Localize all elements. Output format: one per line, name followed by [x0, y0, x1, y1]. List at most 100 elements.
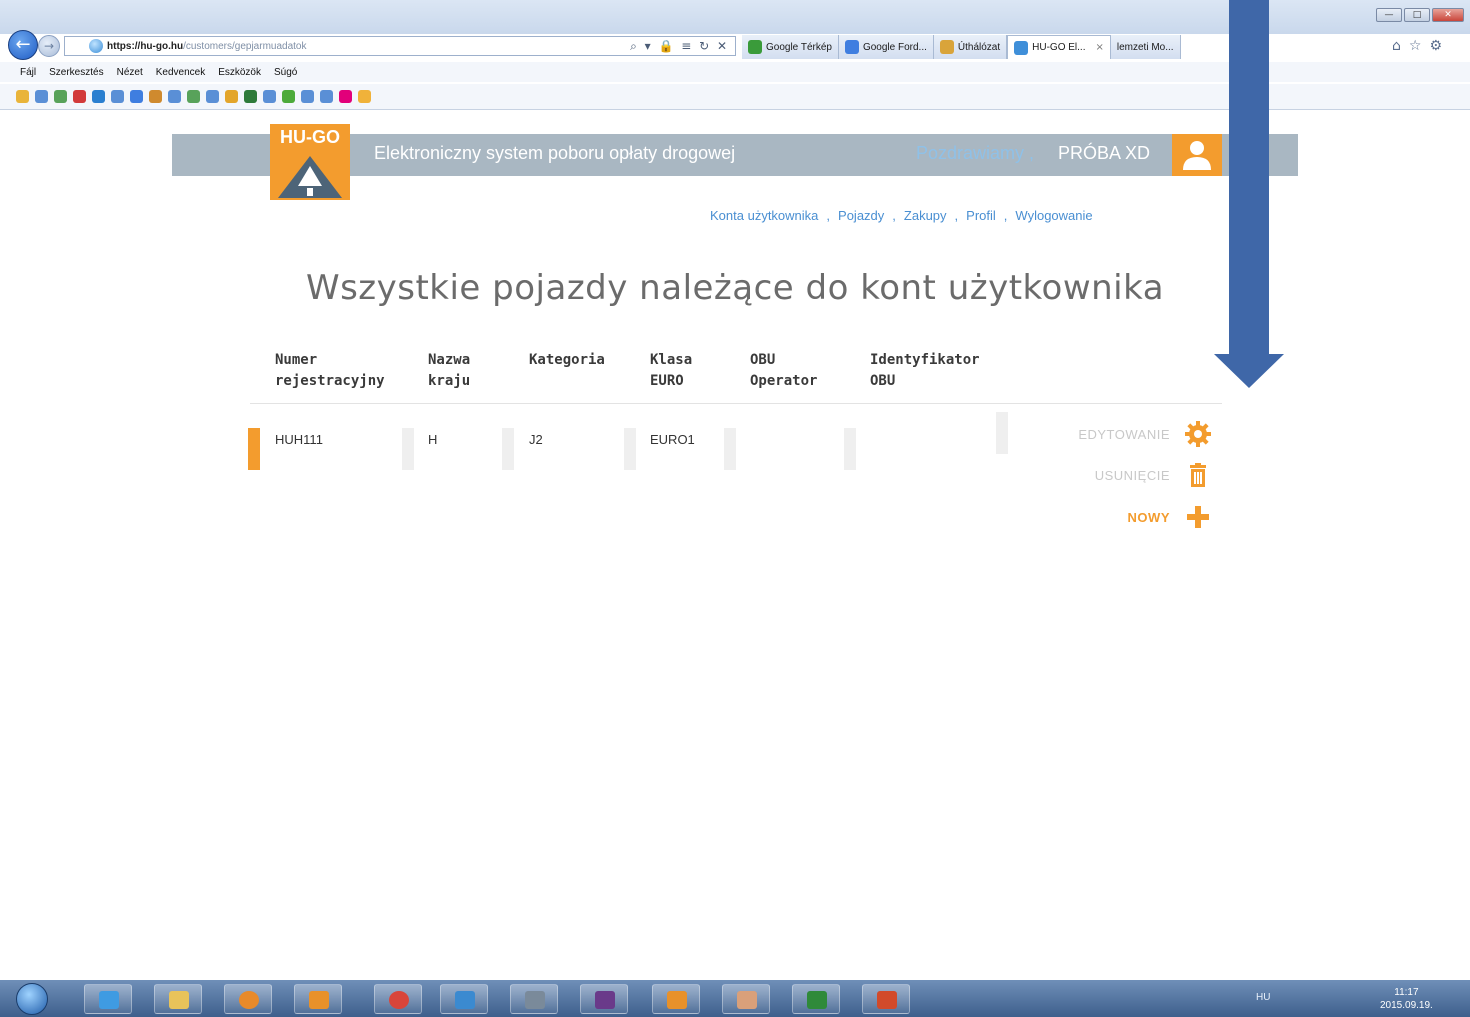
taskbar-app2[interactable] — [652, 984, 700, 1014]
table-header-divider — [250, 403, 1222, 404]
tray-language[interactable]: HU — [1256, 992, 1270, 1003]
delete-button[interactable]: USUNIĘCIE — [1000, 461, 1212, 489]
taskbar-app[interactable] — [510, 984, 558, 1014]
cell-plate: HUH111 — [275, 432, 323, 447]
taskbar-explorer[interactable] — [154, 984, 202, 1014]
taskbar-outlook[interactable] — [294, 984, 342, 1014]
top-navigation: Konta użytkownika , Pojazdy , Zakupy , P… — [710, 208, 1093, 223]
nav-separator: , — [826, 208, 831, 223]
lync-icon — [455, 991, 475, 1009]
menu-view[interactable]: Nézet — [117, 67, 143, 78]
taskbar-powerpoint[interactable] — [862, 984, 910, 1014]
taskbar-chrome[interactable] — [374, 984, 422, 1014]
telekom-icon[interactable] — [339, 90, 352, 103]
media-player-icon — [239, 991, 259, 1009]
ie-icon — [99, 991, 119, 1009]
hugo-logo[interactable]: HU-GO — [270, 124, 350, 200]
nav-vehicles[interactable]: Pojazdy — [838, 208, 884, 223]
taskbar-media[interactable] — [224, 984, 272, 1014]
close-window-button[interactable]: ✕ — [1432, 8, 1464, 22]
favorite-link-icon[interactable] — [320, 90, 333, 103]
home-favorites-settings-icons[interactable]: ⌂☆⚙ — [1392, 38, 1450, 54]
taskbar-ie[interactable] — [84, 984, 132, 1014]
translate-icon — [844, 40, 859, 54]
menu-edit[interactable]: Szerkesztés — [49, 67, 103, 78]
tab-road-network[interactable]: Úthálózat — [933, 35, 1008, 59]
favorite-link-icon[interactable] — [225, 90, 238, 103]
favorite-link-icon[interactable] — [206, 90, 219, 103]
menu-favorites[interactable]: Kedvencek — [156, 67, 205, 78]
favorite-link-icon[interactable] — [111, 90, 124, 103]
tray-clock[interactable]: 11:17 2015.09.19. — [1380, 986, 1433, 1012]
column-header-country: Nazwa kraju — [428, 352, 471, 389]
menu-tools[interactable]: Eszközök — [218, 67, 261, 78]
maximize-button[interactable]: □ — [1404, 8, 1430, 22]
column-header-plate: Numer rejestracyjny — [275, 352, 385, 389]
forward-button[interactable]: → — [38, 35, 60, 57]
back-button[interactable]: ← — [8, 30, 38, 60]
nav-profile[interactable]: Profil — [966, 208, 996, 223]
column-header-obu-operator: OBU Operator — [750, 352, 818, 389]
column-header-category: Kategoria — [529, 352, 605, 368]
chrome-icon — [389, 991, 409, 1009]
cell-divider — [402, 428, 414, 470]
favorite-link-icon[interactable] — [282, 90, 295, 103]
favorite-link-icon[interactable] — [358, 90, 371, 103]
close-tab-icon[interactable]: × — [1095, 42, 1103, 53]
favorite-link-icon[interactable] — [54, 90, 67, 103]
windows-start-icon[interactable] — [16, 983, 48, 1015]
powerpoint-icon — [877, 991, 897, 1009]
address-tools-icons[interactable]: ⌕ ▾ 🔒 ≡ ↻ ✕ — [630, 39, 729, 54]
tab-google-translate[interactable]: Google Ford... — [838, 35, 934, 59]
menu-file[interactable]: Fájl — [20, 67, 36, 78]
favorite-link-icon[interactable] — [263, 90, 276, 103]
url-host: https://hu-go.hu — [107, 40, 184, 52]
person-icon — [737, 991, 757, 1009]
favorite-link-icon[interactable] — [149, 90, 162, 103]
taskbar-contacts[interactable] — [722, 984, 770, 1014]
username: PRÓBA XD — [1058, 143, 1151, 163]
favorite-link-icon[interactable] — [301, 90, 314, 103]
minimize-button[interactable]: — — [1376, 8, 1402, 22]
app-icon — [525, 991, 545, 1009]
address-bar[interactable]: https://hu-go.hu /customers/gepjarmuadat… — [64, 36, 736, 56]
nav-purchases[interactable]: Zakupy — [904, 208, 947, 223]
tab-hugo[interactable]: HU-GO El... × — [1007, 35, 1111, 59]
annotation-arrow-down-icon — [1214, 0, 1284, 388]
column-header-obu-id: Identyfikator OBU — [870, 352, 980, 389]
favorite-link-icon[interactable] — [35, 90, 48, 103]
nav-user-accounts[interactable]: Konta użytkownika — [710, 208, 818, 223]
cell-divider — [724, 428, 736, 470]
folder-icon — [169, 991, 189, 1009]
new-label: NOWY — [1127, 509, 1170, 525]
outlook-icon — [309, 991, 329, 1009]
taskbar-phone[interactable] — [580, 984, 628, 1014]
nav-logout[interactable]: Wylogowanie — [1015, 208, 1092, 223]
url-path: /customers/gepjarmuadatok — [183, 40, 307, 52]
road-icon — [270, 152, 350, 200]
favorites-star-icon[interactable] — [16, 90, 29, 103]
tab-google-maps[interactable]: Google Térkép — [742, 35, 839, 59]
app-icon — [667, 991, 687, 1009]
taskbar-lync[interactable] — [440, 984, 488, 1014]
favorite-link-icon[interactable] — [187, 90, 200, 103]
menu-help[interactable]: Súgó — [274, 67, 297, 78]
edit-button[interactable]: EDYTOWANIE — [1000, 420, 1212, 448]
favorite-link-icon[interactable] — [73, 90, 86, 103]
tab-nemzeti[interactable]: lemzeti Mo... — [1110, 35, 1181, 59]
nav-separator: , — [892, 208, 896, 223]
add-vehicle-button[interactable]: NOWY — [1000, 503, 1212, 531]
favorite-link-icon[interactable] — [244, 90, 257, 103]
gear-icon — [1185, 421, 1211, 447]
taskbar-excel[interactable] — [792, 984, 840, 1014]
cell-euro-class: EURO1 — [650, 432, 695, 447]
cell-divider — [624, 428, 636, 470]
nav-separator: , — [1003, 208, 1008, 223]
nav-separator: , — [954, 208, 959, 223]
cell-divider — [844, 428, 856, 470]
map-icon — [748, 40, 762, 54]
favorite-link-icon[interactable] — [168, 90, 181, 103]
favorite-link-icon[interactable] — [130, 90, 143, 103]
column-header-euro-class: Klasa EURO — [650, 352, 693, 389]
favorite-link-icon[interactable] — [92, 90, 105, 103]
